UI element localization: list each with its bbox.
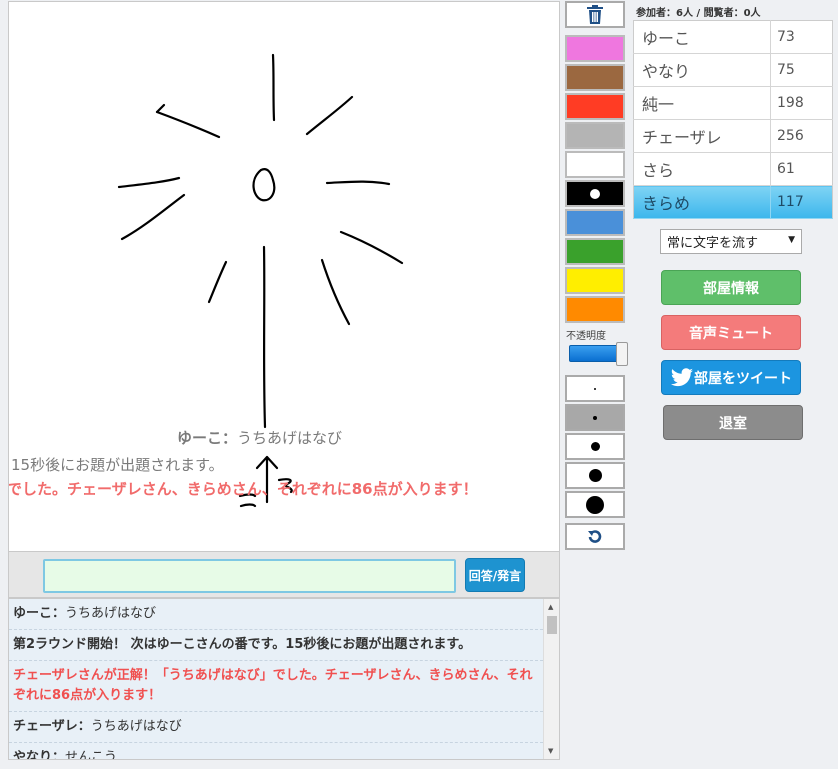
brush-size-option[interactable]: [565, 404, 625, 431]
player-name: さら: [633, 152, 771, 186]
color-swatch[interactable]: [565, 35, 625, 62]
player-row: 純一 198: [633, 86, 833, 120]
chat-user-name: チェーザレ：: [13, 719, 91, 734]
stroke-ray-lower-right: [339, 230, 404, 265]
flow-mode-select[interactable]: 常に文字を流す ▼: [660, 229, 802, 254]
tweet-room-button[interactable]: 部屋をツイート: [661, 360, 801, 395]
player-row: ゆーこ 73: [633, 20, 833, 54]
player-score: 256: [770, 119, 833, 153]
player-score: 73: [770, 20, 833, 54]
undo-icon: [588, 529, 602, 543]
chat-item-system: 第2ラウンド開始！ 次はゆーこさんの番です。15秒後にお題が出題されます。: [9, 630, 543, 661]
brush-size-dot: [588, 469, 602, 482]
chevron-down-icon: ▼: [788, 235, 795, 245]
brush-size-option[interactable]: [565, 462, 625, 489]
undo-button[interactable]: [565, 523, 625, 550]
participant-count: 参加者：6人 / 閲覧者：0人: [636, 8, 761, 19]
flowing-system-message: 15秒後にお題が出題されます。: [11, 456, 224, 474]
color-swatch[interactable]: [565, 64, 625, 91]
drawing-canvas[interactable]: ゆーこ：うちあげはなび 15秒後にお題が出題されます。 でした。チェーザレさん、…: [8, 1, 560, 552]
answer-input[interactable]: [43, 559, 456, 593]
stroke-ray-top: [271, 53, 276, 122]
color-swatch[interactable]: [565, 296, 625, 323]
player-name: チェーザレ: [633, 119, 771, 153]
stroke-circle: [252, 168, 276, 202]
trash-icon: [587, 4, 603, 24]
opacity-label: 不透明度: [566, 331, 606, 342]
opacity-slider-track[interactable]: [569, 345, 623, 362]
sound-mute-button[interactable]: 音声ミュート: [661, 315, 801, 350]
selected-color-indicator: [590, 188, 600, 199]
opacity-slider[interactable]: [569, 342, 629, 366]
player-row: さら 61: [633, 152, 833, 186]
stroke-ray-upper-left-tick: [155, 103, 166, 114]
color-swatch[interactable]: [565, 209, 625, 236]
clear-canvas-button[interactable]: [565, 1, 625, 28]
flowing-correct-message: でした。チェーザレさん、きらめさん、それぞれに86点が入ります！: [8, 480, 478, 498]
flowing-message-name: ゆーこ：: [177, 429, 238, 447]
chat-list: ゆーこ：うちあげはなび 第2ラウンド開始！ 次はゆーこさんの番です。15秒後にお…: [9, 599, 543, 760]
player-score: 117: [770, 185, 833, 219]
chat-user-name: やなり：: [13, 750, 66, 760]
chat-log: ゆーこ：うちあげはなび 第2ラウンド開始！ 次はゆーこさんの番です。15秒後にお…: [8, 598, 560, 760]
stroke-ray-right: [325, 180, 391, 186]
color-swatch[interactable]: [565, 122, 625, 149]
chat-text: せんこう: [65, 750, 118, 760]
player-name: 純一: [633, 86, 771, 120]
stroke-ray-upper-right: [305, 95, 354, 136]
brush-size-option[interactable]: [565, 375, 625, 402]
flowing-message-text: うちあげはなび: [237, 429, 343, 447]
scroll-down-arrow-icon[interactable]: ▼: [548, 747, 553, 755]
flowing-message: ゆーこ：うちあげはなび: [177, 427, 342, 448]
score-table: ゆーこ 73 やなり 75 純一 198 チェーザレ 256 さら 61 きらめ 117: [633, 20, 833, 219]
stroke-ray-bottom-left: [207, 260, 228, 304]
color-swatch[interactable]: [565, 267, 625, 294]
player-score: 198: [770, 86, 833, 120]
player-name: ゆーこ: [633, 20, 771, 54]
color-swatch[interactable]: [565, 238, 625, 265]
chat-item-correct: チェーザレさんが正解！「うちあげはなび」でした。チェーザレさん、きらめさん、それ…: [9, 661, 543, 712]
player-name: やなり: [633, 53, 771, 87]
color-swatch[interactable]: [565, 93, 625, 120]
room-info-button[interactable]: 部屋情報: [661, 270, 801, 305]
brush-size-dot: [594, 387, 596, 390]
flow-mode-value: 常に文字を流す: [667, 236, 759, 251]
player-row: きらめ 117: [633, 185, 833, 219]
chat-item: やなり：せんこう: [9, 743, 543, 760]
brush-size-dot: [590, 442, 600, 451]
player-score: 61: [770, 152, 833, 186]
chat-item: ゆーこ：うちあげはなび: [9, 599, 543, 630]
stroke-ray-lower-left: [120, 193, 186, 241]
scroll-up-arrow-icon[interactable]: ▲: [548, 603, 553, 611]
chat-text: うちあげはなび: [90, 719, 182, 734]
answer-bar: 回答/発言: [8, 552, 560, 598]
stroke-stem: [262, 245, 267, 429]
chat-scrollbar[interactable]: ▲ ▼: [543, 599, 559, 759]
opacity-slider-handle[interactable]: [616, 342, 628, 366]
scroll-thumb[interactable]: [547, 616, 557, 634]
leave-room-button[interactable]: 退室: [663, 405, 803, 440]
brush-size-option[interactable]: [565, 433, 625, 460]
player-name: きらめ: [633, 185, 771, 219]
color-swatch[interactable]: [565, 180, 625, 207]
player-row: チェーザレ 256: [633, 119, 833, 153]
brush-size-option[interactable]: [565, 491, 625, 518]
chat-item: チェーザレ：うちあげはなび: [9, 712, 543, 743]
stroke-ray-bottom-right: [320, 258, 351, 326]
color-swatch[interactable]: [565, 151, 625, 178]
player-row: やなり 75: [633, 53, 833, 87]
chat-text: うちあげはなび: [65, 606, 157, 621]
brush-size-dot: [586, 495, 604, 514]
stroke-ray-upper-left: [155, 110, 221, 139]
answer-submit-button[interactable]: 回答/発言: [465, 558, 525, 592]
twitter-bird-icon: [671, 368, 693, 387]
chat-user-name: ゆーこ：: [13, 606, 66, 621]
stroke-ray-left: [117, 176, 181, 189]
tweet-room-label: 部屋をツイート: [694, 370, 792, 387]
player-score: 75: [770, 53, 833, 87]
brush-size-dot: [593, 415, 597, 420]
